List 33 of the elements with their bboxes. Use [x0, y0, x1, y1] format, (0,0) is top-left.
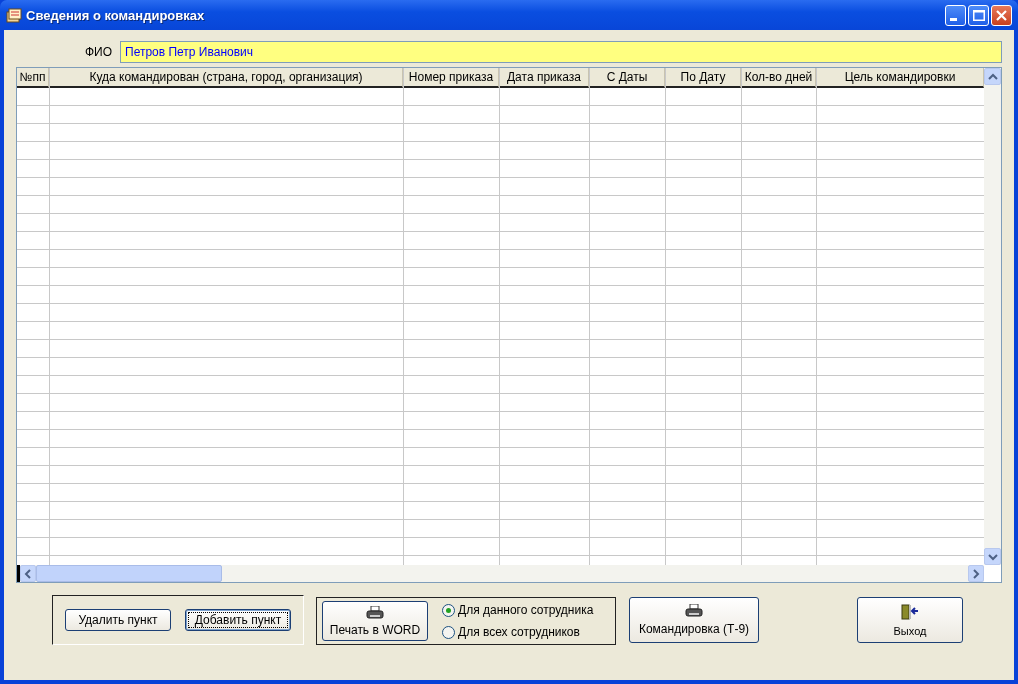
exit-button[interactable]: Выход	[857, 597, 963, 643]
close-icon	[996, 9, 1007, 21]
scroll-thumb[interactable]	[36, 565, 222, 582]
add-item-button[interactable]: Добавить пункт	[185, 609, 291, 631]
column-header[interactable]: Куда командирован (страна, город, организация)	[50, 68, 403, 88]
scope-radio[interactable]: Для всех сотрудников	[442, 625, 594, 639]
printer-icon	[366, 605, 384, 620]
column-header[interactable]: Цель командировки	[817, 68, 984, 88]
exit-door-icon	[901, 603, 919, 620]
column-header[interactable]: №пп	[17, 68, 49, 88]
radio-label: Для всех сотрудников	[458, 625, 580, 639]
close-button[interactable]	[991, 4, 1012, 26]
maximize-icon	[972, 9, 985, 21]
minimize-icon	[950, 17, 957, 21]
maximize-button[interactable]	[968, 4, 989, 26]
column-header[interactable]: С Даты	[590, 68, 665, 88]
column-header[interactable]: Номер приказа	[404, 68, 499, 88]
name-label: ФИО	[83, 45, 113, 59]
print-word-button[interactable]: Печать в WORD	[322, 601, 428, 641]
name-field[interactable]: Петров Петр Иванович	[120, 41, 1002, 63]
printer-icon	[685, 604, 703, 618]
delete-item-button[interactable]: Удалить пункт	[65, 609, 171, 631]
column-header[interactable]: По Дату	[666, 68, 741, 88]
radio-button[interactable]	[442, 603, 455, 617]
minimize-button[interactable]	[945, 4, 966, 26]
horizontal-scrollbar[interactable]	[17, 565, 1001, 582]
column-header[interactable]: Дата приказа	[500, 68, 589, 88]
radio-button[interactable]	[442, 625, 455, 639]
travel-form-button[interactable]: Командировка (Т-9)	[629, 597, 759, 643]
cabinet-icon	[6, 7, 22, 23]
window-title: Сведения о командировках	[26, 7, 206, 23]
column-header[interactable]: Кол-во дней	[742, 68, 816, 88]
vertical-scrollbar[interactable]	[984, 68, 1001, 565]
